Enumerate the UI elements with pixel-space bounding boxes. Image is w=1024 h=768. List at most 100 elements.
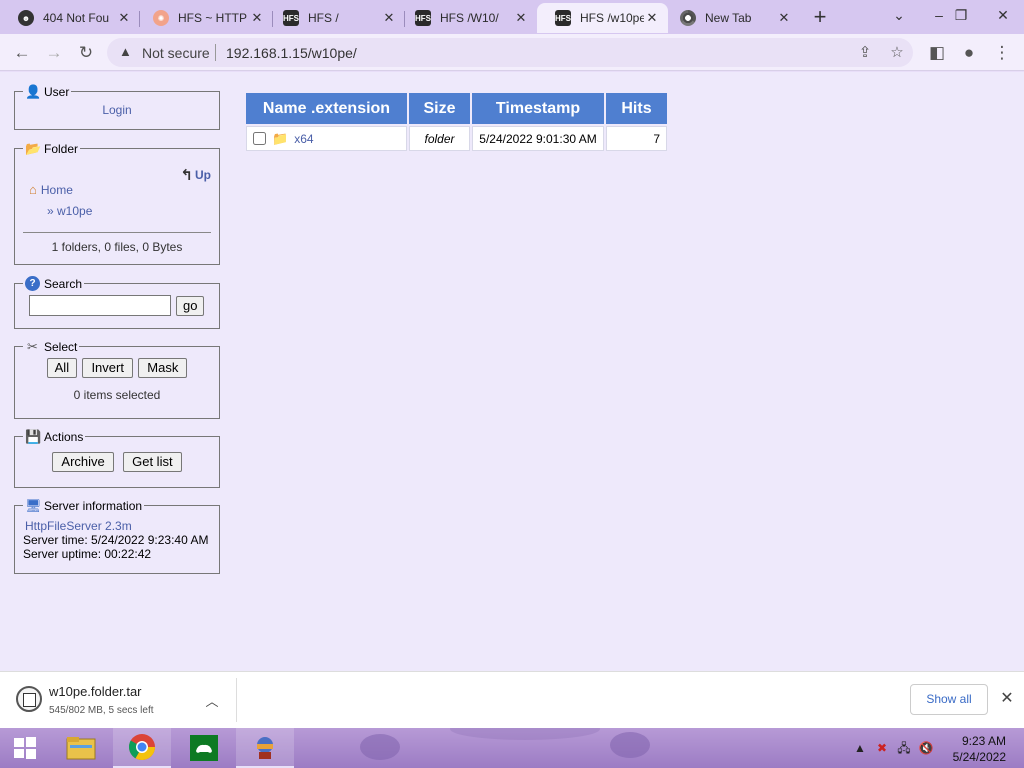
- close-window-icon[interactable]: ✕: [982, 0, 1024, 34]
- folder-legend: 📂 Folder: [23, 141, 80, 156]
- hfs-favicon-icon: ☻: [18, 10, 34, 26]
- get-list-button[interactable]: Get list: [123, 452, 182, 472]
- column-header-name[interactable]: Name .extension: [246, 93, 407, 124]
- hfs-version-link[interactable]: HttpFileServer 2.3m: [25, 519, 132, 533]
- xbox-game-bar-icon[interactable]: [175, 728, 233, 768]
- column-header-timestamp[interactable]: Timestamp: [472, 93, 604, 124]
- back-arrow-icon[interactable]: ←: [8, 39, 36, 67]
- server-time: Server time: 5/24/2022 9:23:40 AM: [23, 533, 209, 547]
- network-error-icon[interactable]: ✖: [874, 740, 890, 756]
- close-tab-icon[interactable]: ✕: [249, 10, 265, 26]
- clock-date[interactable]: 5/24/2022: [953, 749, 1006, 765]
- hfs-favicon-icon: HFS: [283, 10, 299, 26]
- close-tab-icon[interactable]: ✕: [776, 10, 792, 26]
- current-folder-link[interactable]: » w10pe: [47, 204, 92, 218]
- close-tab-icon[interactable]: ✕: [513, 10, 529, 26]
- search-panel: ? Search go: [14, 276, 220, 329]
- user-legend-text: User: [44, 85, 70, 99]
- up-link-wrap[interactable]: ↰ Up: [180, 166, 211, 184]
- menu-kebab-icon[interactable]: ⋮: [988, 39, 1016, 67]
- close-tab-icon[interactable]: ✕: [381, 10, 397, 26]
- server-info-panel: 🖥 Server information HttpFileServer 2.3m…: [14, 498, 220, 574]
- close-shelf-icon[interactable]: ✕: [997, 689, 1017, 709]
- folder-legend-text: Folder: [44, 142, 79, 156]
- start-windows-icon[interactable]: [0, 728, 50, 768]
- scissors-icon: ✂: [27, 339, 38, 354]
- wallpaper-shape: [360, 734, 400, 760]
- security-status[interactable]: Not secure: [142, 45, 210, 61]
- select-all-button[interactable]: All: [46, 358, 78, 378]
- warning-triangle-icon[interactable]: ▲: [119, 44, 135, 60]
- network-icon[interactable]: 🖧: [896, 740, 912, 756]
- row-checkbox[interactable]: [253, 132, 266, 145]
- download-file-icon[interactable]: [16, 686, 42, 712]
- side-panel-icon[interactable]: ◧: [923, 39, 951, 67]
- hfs-favicon-icon: HFS: [415, 10, 431, 26]
- restore-icon[interactable]: ❐: [940, 0, 982, 34]
- hfs-favicon-icon: HFS: [555, 10, 571, 26]
- system-tray: ▲ ✖ 🖧 🔇 9:23 AM 5/24/2022: [844, 728, 1024, 768]
- archive-button[interactable]: Archive: [52, 452, 114, 472]
- show-hidden-icons-chevron-icon[interactable]: ▲: [852, 740, 868, 756]
- reload-icon[interactable]: ↻: [72, 39, 100, 67]
- file-explorer-icon[interactable]: [52, 728, 110, 768]
- download-progress-status: 545/802 MB, 5 secs left: [49, 705, 154, 716]
- chrome-taskbar-icon[interactable]: [113, 728, 171, 768]
- hfs-http-favicon-icon: ✺: [153, 10, 169, 26]
- file-timestamp-cell: 5/24/2022 9:01:30 AM: [472, 126, 604, 151]
- column-header-size[interactable]: Size: [409, 93, 470, 124]
- mask-button[interactable]: Mask: [138, 358, 188, 378]
- url-text[interactable]: 192.168.1.15/w10pe/: [226, 45, 357, 61]
- chrome-favicon-icon: [680, 10, 696, 26]
- bookmark-star-icon[interactable]: ☆: [887, 43, 907, 63]
- tab-title: 404 Not Fou: [43, 11, 110, 25]
- clock[interactable]: 9:23 AM 5/24/2022: [953, 733, 1006, 765]
- select-panel: ✂ Select All Invert Mask 0 items selecte…: [14, 339, 220, 419]
- file-hits-cell: 7: [606, 126, 667, 151]
- close-tab-icon[interactable]: ✕: [116, 10, 132, 26]
- share-icon[interactable]: ⇪: [855, 43, 875, 63]
- tab-hfs-w10[interactable]: HFS HFS /W10/ ✕: [397, 3, 537, 33]
- tab-hfs-w10pe[interactable]: HFS HFS /w10pe ✕: [537, 3, 668, 33]
- tab-search-chevron-icon[interactable]: ⌄: [878, 0, 920, 34]
- hfs-taskbar-icon[interactable]: [236, 728, 294, 768]
- profile-avatar-icon[interactable]: ●: [955, 39, 983, 67]
- tab-strip: ☻ 404 Not Fou ✕ ✺ HFS ~ HTTP ✕ HFS HFS /…: [0, 0, 1024, 34]
- up-link[interactable]: Up: [195, 168, 211, 182]
- invert-selection-button[interactable]: Invert: [82, 358, 133, 378]
- file-link[interactable]: x64: [294, 132, 313, 146]
- up-arrow-icon[interactable]: ↰: [180, 166, 193, 184]
- user-panel: 👤 User Login: [14, 84, 220, 130]
- tab-hfs-http[interactable]: ✺ HFS ~ HTTP ✕: [135, 3, 273, 33]
- tab-hfs-root[interactable]: HFS HFS / ✕: [265, 3, 405, 33]
- close-tab-icon[interactable]: ✕: [644, 10, 660, 26]
- volume-muted-icon[interactable]: 🔇: [918, 740, 934, 756]
- address-bar[interactable]: ▲ Not secure 192.168.1.15/w10pe/ ⇪ ☆: [107, 38, 913, 67]
- column-header-hits[interactable]: Hits: [606, 93, 667, 124]
- chevron-up-icon[interactable]: ︿: [203, 691, 221, 709]
- floppy-disk-icon: 💾: [25, 429, 42, 444]
- new-tab-plus-icon[interactable]: +: [806, 5, 834, 31]
- tab-title: HFS /W10/: [440, 11, 499, 25]
- file-name-cell: 📁 x64: [246, 126, 407, 151]
- actions-legend: 💾 Actions: [23, 429, 85, 444]
- download-file-name[interactable]: w10pe.folder.tar: [49, 684, 142, 699]
- forward-arrow-icon[interactable]: →: [40, 39, 68, 67]
- home-link[interactable]: Home: [41, 183, 73, 197]
- login-link[interactable]: Login: [102, 103, 131, 117]
- show-all-button[interactable]: Show all: [910, 684, 988, 715]
- folder-panel: 📂 Folder ↰ Up ⌂ Home » w10pe 1 folders, …: [14, 141, 220, 265]
- search-input[interactable]: [29, 295, 171, 316]
- tab-title: HFS /w10pe: [580, 11, 644, 25]
- search-legend-text: Search: [44, 277, 83, 291]
- table-row: 📁 x64 folder 5/24/2022 9:01:30 AM 7: [246, 126, 667, 151]
- clock-time[interactable]: 9:23 AM: [953, 733, 1006, 749]
- server-info-legend: 🖥 Server information: [23, 498, 144, 513]
- folder-summary: 1 folders, 0 files, 0 Bytes: [51, 240, 183, 254]
- search-go-button[interactable]: go: [176, 295, 205, 316]
- help-question-icon: ?: [25, 276, 40, 291]
- tab-404-not-found[interactable]: ☻ 404 Not Fou ✕: [0, 3, 140, 33]
- browser-toolbar: ← → ↻ ▲ Not secure 192.168.1.15/w10pe/ ⇪…: [0, 34, 1024, 71]
- tab-new-tab[interactable]: New Tab ✕: [662, 3, 800, 33]
- file-size-cell: folder: [409, 126, 470, 151]
